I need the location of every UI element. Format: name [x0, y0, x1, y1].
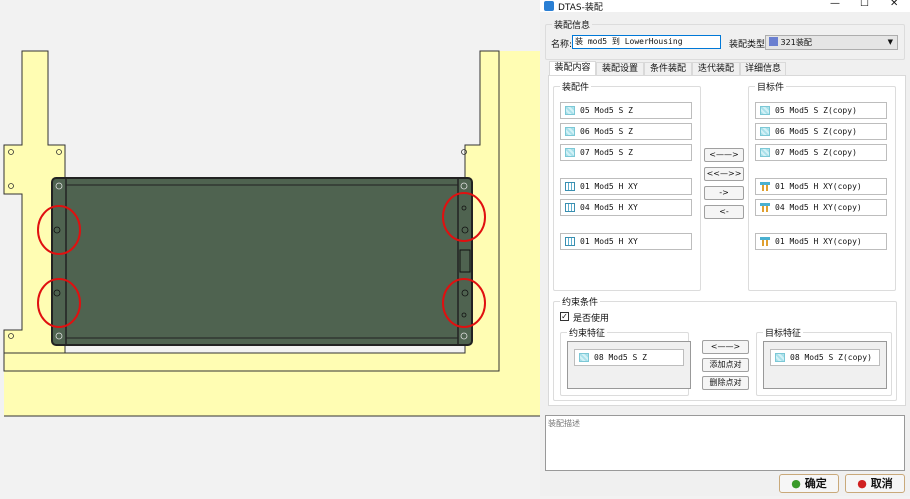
name-label: 名称:: [551, 40, 573, 50]
feature-item[interactable]: 08 Mod5 S Z: [574, 349, 684, 366]
cad-viewport[interactable]: [0, 0, 540, 496]
feature-label: 约束特征: [567, 326, 608, 339]
name-input[interactable]: 装 mod5 到 LowerHousing: [572, 35, 721, 49]
info-group: 装配信息 名称: 装 mod5 到 LowerHousing 装配类型: 321…: [545, 18, 905, 60]
tab-conditional-assembly[interactable]: 条件装配: [644, 62, 692, 75]
tab-details[interactable]: 详细信息: [740, 62, 786, 75]
target-item[interactable]: 01 Mod5 H XY(copy): [755, 178, 887, 195]
title-bar: DTAS-装配 — ☐ ✕: [540, 0, 910, 13]
hole-icon: [565, 182, 575, 191]
targets-group: 目标件 05 Mod5 S Z(copy) 06 Mod5 S Z(copy) 07…: [748, 80, 896, 291]
part-item[interactable]: 01 Mod5 H XY: [560, 178, 692, 195]
tab-iterative-assembly[interactable]: 迭代装配: [692, 62, 740, 75]
pin-icon: [760, 203, 770, 212]
cancel-button[interactable]: ● 取消: [845, 474, 905, 493]
surface-icon: [579, 353, 589, 362]
maximize-icon[interactable]: ☐: [860, 0, 869, 9]
target-item[interactable]: 05 Mod5 S Z(copy): [755, 102, 887, 119]
close-icon[interactable]: ✕: [890, 0, 898, 9]
add-pair-button[interactable]: 添加点对: [702, 358, 749, 372]
part-item[interactable]: 06 Mod5 S Z: [560, 123, 692, 140]
type-select[interactable]: 321装配 ▼: [765, 35, 898, 50]
minimize-icon[interactable]: —: [830, 0, 840, 9]
pair-button[interactable]: <——>: [704, 148, 744, 162]
constraint-group: 约束条件 ✓ 是否使用 约束特征 08 Mod5 S Z <——> 添加点对 删…: [553, 295, 897, 401]
hole-icon: [565, 203, 575, 212]
delete-pair-button[interactable]: 删除点对: [702, 376, 749, 390]
move-right-button[interactable]: ->: [704, 186, 744, 200]
constraint-label: 约束条件: [560, 295, 601, 308]
chevron-down-icon: ▼: [887, 38, 893, 46]
feature-list: 08 Mod5 S Z: [567, 341, 691, 389]
assembly-drawing: [3, 50, 540, 417]
assembly-dialog: DTAS-装配 — ☐ ✕ 装配信息 名称: 装 mod5 到 LowerHou…: [540, 0, 910, 496]
surface-icon: [760, 148, 770, 157]
pair-all-button[interactable]: <<—>>: [704, 167, 744, 181]
surface-icon: [565, 127, 575, 136]
target-item[interactable]: 04 Mod5 H XY(copy): [755, 199, 887, 216]
cancel-icon: ●: [857, 477, 867, 490]
module-part: [51, 177, 473, 346]
part-item[interactable]: 01 Mod5 H XY: [560, 233, 692, 250]
target-feature-group: 目标特征 08 Mod5 S Z(copy): [756, 326, 892, 396]
use-label: 是否使用: [573, 314, 610, 324]
target-feature-list: 08 Mod5 S Z(copy): [763, 341, 887, 389]
frame-bottom: [4, 371, 540, 416]
pair-button[interactable]: <——>: [702, 340, 749, 354]
part-item[interactable]: 07 Mod5 S Z: [560, 144, 692, 161]
target-feature-item[interactable]: 08 Mod5 S Z(copy): [770, 349, 880, 366]
targets-label: 目标件: [755, 80, 787, 93]
description-textarea[interactable]: [545, 415, 905, 471]
frame-right-region: [499, 51, 540, 416]
pin-icon: [760, 237, 770, 246]
move-left-button[interactable]: <-: [704, 205, 744, 219]
tab-assembly-settings[interactable]: 装配设置: [596, 62, 644, 75]
assembly-type-icon: [769, 37, 778, 46]
part-item[interactable]: 04 Mod5 H XY: [560, 199, 692, 216]
target-item[interactable]: 07 Mod5 S Z(copy): [755, 144, 887, 161]
type-value: 321装配: [780, 38, 812, 47]
hole-icon: [565, 237, 575, 246]
part-item[interactable]: 05 Mod5 S Z: [560, 102, 692, 119]
parts-label: 装配件: [560, 80, 592, 93]
target-item[interactable]: 01 Mod5 H XY(copy): [755, 233, 887, 250]
type-label: 装配类型:: [729, 40, 769, 50]
app-icon: [544, 1, 554, 11]
info-group-label: 装配信息: [552, 18, 593, 31]
confirm-button[interactable]: ● 确定: [779, 474, 839, 493]
surface-icon: [760, 127, 770, 136]
check-icon: ●: [791, 477, 801, 490]
surface-icon: [565, 148, 575, 157]
pin-icon: [760, 182, 770, 191]
use-checkbox[interactable]: ✓: [560, 312, 569, 321]
surface-icon: [775, 353, 785, 362]
target-feature-label: 目标特征: [763, 326, 804, 339]
feature-group: 约束特征 08 Mod5 S Z: [560, 326, 691, 396]
surface-icon: [565, 106, 575, 115]
tab-panel: 装配件 05 Mod5 S Z 06 Mod5 S Z 07 Mod5 S Z 01 …: [548, 75, 906, 406]
parts-group: 装配件 05 Mod5 S Z 06 Mod5 S Z 07 Mod5 S Z 01 …: [553, 80, 701, 291]
window-title: DTAS-装配: [558, 3, 603, 13]
target-item[interactable]: 06 Mod5 S Z(copy): [755, 123, 887, 140]
surface-icon: [760, 106, 770, 115]
tab-assembly-content[interactable]: 装配内容: [549, 61, 596, 76]
